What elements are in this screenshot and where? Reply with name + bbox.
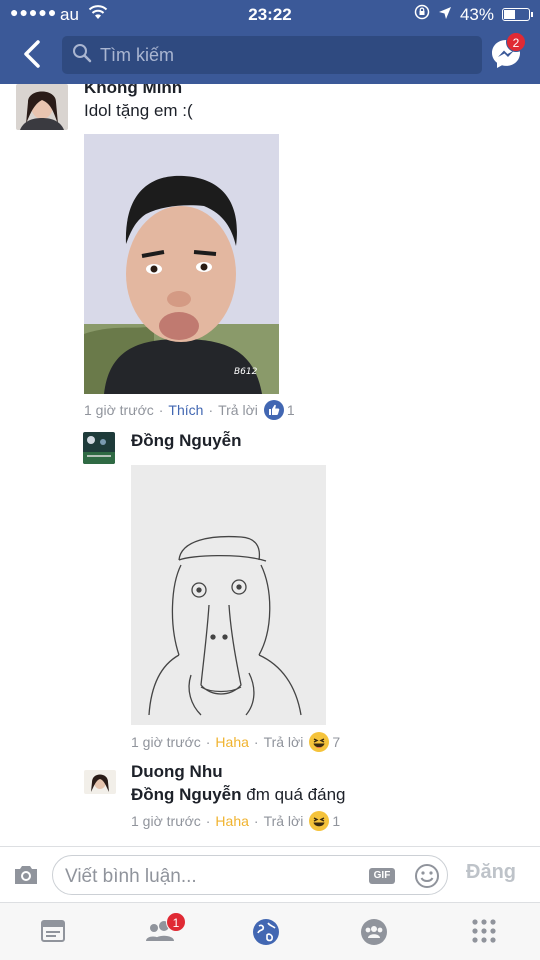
reply-button[interactable]: Trả lời (264, 813, 304, 829)
search-icon (72, 43, 92, 68)
reaction-count[interactable]: 1 (332, 813, 340, 829)
tab-groups[interactable] (359, 917, 389, 947)
comment-composer: Viết bình luận... GIF Đăng (0, 846, 540, 902)
reaction-count[interactable]: 1 (287, 402, 295, 418)
avatar[interactable] (16, 84, 68, 130)
search-placeholder: Tìm kiếm (100, 44, 174, 65)
tab-news-feed[interactable] (39, 917, 69, 947)
gif-button[interactable]: GIF (369, 868, 395, 884)
post-button[interactable]: Đăng (466, 861, 516, 884)
reply-button[interactable]: Trả lời (218, 402, 258, 418)
status-bar: ●●●●● au 23:22 43% (0, 0, 540, 28)
friend-requests-badge: 1 (166, 912, 186, 932)
location-arrow-icon (438, 5, 452, 25)
comment-photo[interactable] (131, 465, 326, 725)
globe-icon (253, 919, 279, 945)
comment-placeholder: Viết bình luận... (65, 866, 197, 887)
battery-icon (502, 8, 533, 21)
comments-list: Khổng Minh Idol tặng em :( B612 1 giờ tr… (0, 84, 540, 844)
bottom-tab-bar (0, 902, 540, 960)
reply-button[interactable]: Trả lời (264, 734, 304, 750)
haha-icon[interactable] (309, 732, 330, 752)
avatar[interactable] (84, 770, 116, 794)
comment-input[interactable]: Viết bình luận... GIF (52, 855, 448, 895)
comment-text: Đồng Nguyễn đm quá đáng (131, 785, 345, 805)
comment-photo[interactable]: B612 (84, 134, 279, 394)
camera-icon[interactable] (12, 863, 40, 892)
comment-meta: 1 giờ trước · Haha · Trả lời 7 (131, 732, 341, 752)
battery-percent: 43% (459, 4, 494, 24)
haha-reaction-button[interactable]: Haha (215, 734, 248, 750)
top-navigation-bar: ●●●●● au 23:22 43% Tìm kiếm 2 (0, 0, 540, 84)
tab-more[interactable] (470, 917, 500, 947)
haha-reaction-button[interactable]: Haha (215, 813, 248, 829)
sticker-icon[interactable] (413, 862, 441, 895)
comment-author-name[interactable]: Duong Nhu (131, 762, 223, 782)
messenger-notification-badge: 2 (506, 32, 526, 52)
reaction-count[interactable]: 7 (332, 734, 340, 750)
tab-notifications[interactable] (251, 917, 281, 947)
comment-meta: 1 giờ trước · Thích · Trả lời 1 (84, 400, 295, 420)
like-icon[interactable] (263, 400, 284, 420)
comment-timestamp: 1 giờ trước (84, 402, 154, 418)
mention-tag[interactable]: Đồng Nguyễn (131, 785, 242, 804)
svg-text:B612: B612 (234, 367, 258, 377)
groups-icon (361, 919, 387, 945)
back-button[interactable] (20, 38, 48, 70)
news-feed-icon (41, 920, 65, 942)
menu-grid-icon (472, 919, 496, 943)
comment-author-name[interactable]: Đồng Nguyễn (131, 431, 242, 451)
comment-timestamp: 1 giờ trước (131, 813, 201, 829)
comment-body: đm quá đáng (246, 785, 346, 804)
avatar[interactable] (83, 432, 115, 464)
comment-meta: 1 giờ trước · Haha · Trả lời 1 (131, 811, 341, 831)
comment-text: Idol tặng em :( (84, 101, 193, 120)
comment-timestamp: 1 giờ trước (131, 734, 201, 750)
comment-author-name[interactable]: Khổng Minh (84, 84, 182, 98)
rotation-lock-icon (414, 4, 430, 25)
search-input[interactable]: Tìm kiếm (62, 36, 482, 74)
like-comment-button[interactable]: Thích (168, 402, 203, 418)
haha-icon[interactable] (309, 811, 330, 831)
